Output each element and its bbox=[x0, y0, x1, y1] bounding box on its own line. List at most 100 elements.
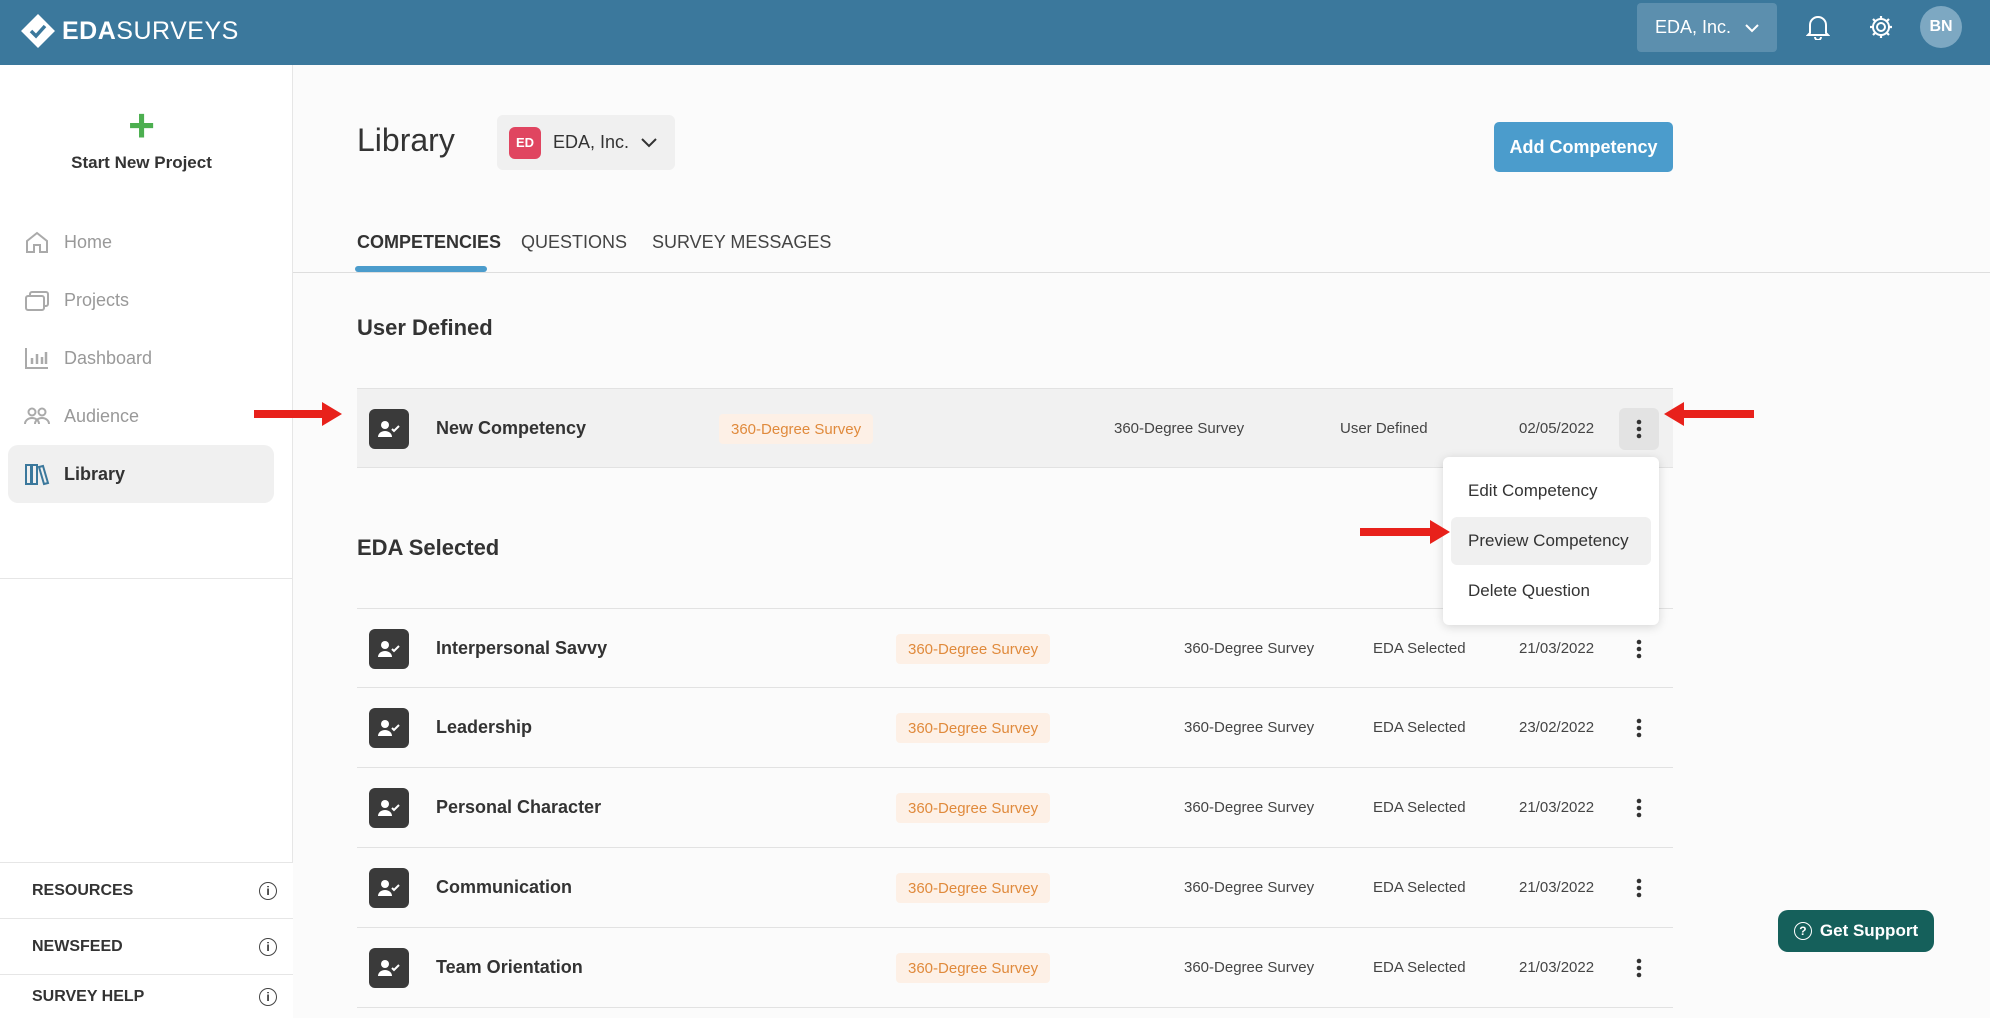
competency-source: EDA Selected bbox=[1373, 879, 1466, 896]
tab-questions[interactable]: QUESTIONS bbox=[521, 232, 627, 253]
brand-name: EDASURVEYS bbox=[62, 16, 239, 45]
sidebar-item-label: Home bbox=[64, 231, 113, 252]
library-tabs: COMPETENCIES QUESTIONS SURVEY MESSAGES bbox=[293, 220, 1990, 273]
competency-icon bbox=[369, 868, 409, 908]
eda-selected-heading: EDA Selected bbox=[357, 535, 500, 560]
table-row[interactable]: Leadership 360-Degree Survey 360-Degree … bbox=[357, 688, 1673, 768]
survey-tag: 360-Degree Survey bbox=[896, 713, 1051, 743]
competency-date: 21/03/2022 bbox=[1519, 799, 1595, 816]
active-tab-indicator bbox=[355, 266, 487, 272]
plus-icon: + bbox=[128, 99, 155, 151]
competency-name: Interpersonal Savvy bbox=[436, 638, 608, 658]
tab-competencies[interactable]: COMPETENCIES bbox=[357, 232, 501, 253]
row-menu-button[interactable] bbox=[1619, 867, 1659, 909]
org-switcher-label: EDA, Inc. bbox=[1654, 17, 1732, 37]
people-icon bbox=[24, 407, 50, 425]
table-row[interactable]: New Competency 360-Degree Survey 360-Deg… bbox=[357, 388, 1673, 468]
newsfeed-label: NEWSFEED bbox=[32, 937, 123, 955]
sidebar-link-survey-help[interactable]: SURVEY HELP i bbox=[0, 974, 293, 1018]
sidebar-link-newsfeed[interactable]: NEWSFEED i bbox=[0, 918, 293, 974]
competency-source: EDA Selected bbox=[1373, 799, 1466, 816]
competency-source: User Defined bbox=[1340, 420, 1428, 437]
row-menu-button[interactable] bbox=[1619, 787, 1659, 829]
annotation-arrow-right-icon bbox=[254, 402, 342, 426]
row-menu-button[interactable] bbox=[1619, 628, 1659, 670]
competency-icon bbox=[369, 948, 409, 988]
add-competency-button[interactable]: Add Competency bbox=[1494, 122, 1673, 172]
competency-date: 21/03/2022 bbox=[1519, 640, 1595, 657]
row-menu-button[interactable] bbox=[1619, 408, 1659, 450]
survey-type: 360-Degree Survey bbox=[1114, 420, 1245, 437]
sidebar-item-dashboard[interactable]: Dashboard bbox=[8, 329, 274, 387]
kebab-icon bbox=[1636, 798, 1642, 818]
eda-diamond-icon bbox=[21, 14, 55, 48]
tab-survey-messages[interactable]: SURVEY MESSAGES bbox=[652, 232, 831, 253]
annotation-arrow-right-icon bbox=[1360, 520, 1450, 544]
folders-icon bbox=[25, 291, 49, 311]
sidebar-link-resources[interactable]: RESOURCES i bbox=[0, 862, 293, 918]
gear-icon bbox=[1870, 16, 1892, 38]
kebab-icon bbox=[1636, 419, 1642, 439]
menu-item-edit-competency[interactable]: Edit Competency bbox=[1451, 467, 1651, 515]
chevron-down-icon bbox=[641, 137, 657, 147]
competency-name: Team Orientation bbox=[436, 957, 583, 977]
home-icon bbox=[26, 231, 48, 253]
brand-logo[interactable]: EDASURVEYS bbox=[20, 9, 239, 53]
survey-tag: 360-Degree Survey bbox=[896, 634, 1051, 664]
top-bar: EDASURVEYS EDA, Inc. BN bbox=[0, 0, 1990, 65]
row-menu-button[interactable] bbox=[1619, 707, 1659, 749]
help-circle-icon: ? bbox=[1793, 922, 1812, 940]
row-context-menu: Edit Competency Preview Competency Delet… bbox=[1443, 457, 1659, 625]
org-badge: ED bbox=[509, 126, 541, 159]
library-org-selector[interactable]: ED EDA, Inc. bbox=[497, 115, 675, 170]
user-avatar[interactable]: BN bbox=[1920, 6, 1962, 48]
start-new-project-button[interactable]: + Start New Project bbox=[0, 99, 283, 173]
kebab-icon bbox=[1636, 958, 1642, 978]
competency-date: 21/03/2022 bbox=[1519, 959, 1595, 976]
menu-item-delete-question[interactable]: Delete Question bbox=[1451, 567, 1651, 615]
sidebar-divider bbox=[0, 578, 293, 579]
info-icon[interactable]: i bbox=[259, 881, 277, 900]
sidebar: + Start New Project Home Projects Dashbo… bbox=[0, 65, 293, 1018]
bar-chart-icon bbox=[25, 348, 48, 369]
kebab-icon bbox=[1636, 639, 1642, 659]
competency-source: EDA Selected bbox=[1373, 640, 1466, 657]
survey-type: 360-Degree Survey bbox=[1184, 879, 1315, 896]
competency-name: Communication bbox=[436, 877, 573, 897]
row-menu-button[interactable] bbox=[1619, 947, 1659, 989]
competency-name: Leadership bbox=[436, 717, 533, 737]
competency-source: EDA Selected bbox=[1373, 719, 1466, 736]
competency-date: 21/03/2022 bbox=[1519, 879, 1595, 896]
info-icon[interactable]: i bbox=[259, 987, 277, 1006]
bell-icon bbox=[1806, 16, 1830, 40]
get-support-button[interactable]: ? Get Support bbox=[1778, 910, 1934, 952]
sidebar-item-audience[interactable]: Audience bbox=[8, 387, 274, 445]
competency-icon bbox=[369, 629, 409, 669]
sidebar-item-label: Library bbox=[64, 463, 126, 484]
notifications-button[interactable] bbox=[1803, 12, 1833, 42]
user-defined-heading: User Defined bbox=[357, 315, 493, 340]
resources-label: RESOURCES bbox=[32, 881, 134, 899]
table-row[interactable]: Communication 360-Degree Survey 360-Degr… bbox=[357, 848, 1673, 928]
org-switcher[interactable]: EDA, Inc. bbox=[1637, 3, 1777, 52]
sidebar-item-projects[interactable]: Projects bbox=[8, 271, 274, 329]
competency-icon bbox=[369, 708, 409, 748]
chevron-down-icon bbox=[1745, 23, 1759, 32]
table-row[interactable]: Personal Character 360-Degree Survey 360… bbox=[357, 768, 1673, 848]
sidebar-item-label: Dashboard bbox=[64, 347, 153, 368]
sidebar-item-home[interactable]: Home bbox=[8, 213, 274, 271]
info-icon[interactable]: i bbox=[259, 937, 277, 956]
books-icon bbox=[25, 464, 50, 486]
menu-item-preview-competency[interactable]: Preview Competency bbox=[1451, 517, 1651, 565]
competency-source: EDA Selected bbox=[1373, 959, 1466, 976]
table-row[interactable]: Team Orientation 360-Degree Survey 360-D… bbox=[357, 928, 1673, 1008]
survey-type: 360-Degree Survey bbox=[1184, 640, 1315, 657]
get-support-label: Get Support bbox=[1819, 921, 1919, 940]
survey-tag: 360-Degree Survey bbox=[719, 414, 874, 444]
competency-date: 23/02/2022 bbox=[1519, 719, 1595, 736]
survey-type: 360-Degree Survey bbox=[1184, 719, 1315, 736]
settings-button[interactable] bbox=[1866, 12, 1896, 42]
sidebar-item-library[interactable]: Library bbox=[8, 445, 274, 503]
survey-type: 360-Degree Survey bbox=[1184, 799, 1315, 816]
competency-date: 02/05/2022 bbox=[1519, 420, 1595, 437]
